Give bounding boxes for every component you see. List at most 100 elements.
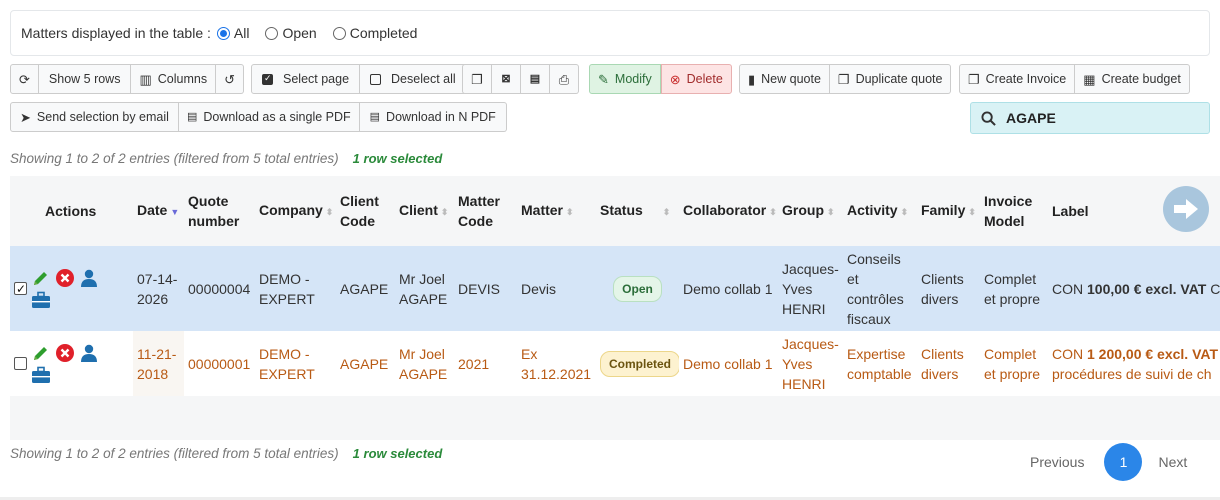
table-row[interactable]: 11-21-2018 00000001 DEMO - EXPERT AGAPE … (10, 331, 1220, 396)
cell-group: Jacques-Yves HENRI (782, 335, 839, 392)
view-button-group: ⟳ Show 5 rows ▥ Columns ↺ (10, 64, 244, 94)
sort-icon: ⬍ (769, 207, 777, 217)
download-single-pdf-button[interactable]: ▤ Download as a single PDF (178, 102, 360, 132)
deselect-all-button[interactable]: Deselect all (360, 64, 467, 94)
invoice-button-group: ❐ Create Invoice ▦ Create budget (959, 64, 1190, 94)
pdf-button[interactable]: ▤ (521, 64, 550, 94)
refresh-icon: ⟳ (19, 71, 30, 87)
cell-date: 07-14-2026 (137, 270, 178, 307)
cell-label: CON 1 200,00 € excl. VAT procédures de su… (1052, 345, 1219, 382)
cell-label: CON 100,00 € excl. VAT C (1052, 280, 1220, 297)
pdf-file-icon: ▤ (369, 110, 381, 123)
delete-circle-icon[interactable] (55, 268, 75, 288)
sort-icon: ⬍ (827, 207, 835, 217)
cell-matter: Devis (521, 280, 557, 297)
col-company[interactable]: Company ⬍ (255, 176, 336, 246)
filter-open-radio[interactable]: Open (265, 25, 317, 41)
export-button-group: ❐ ⊠ ▤ ⎙ (462, 64, 579, 94)
print-button[interactable]: ⎙ (550, 64, 579, 94)
create-budget-button[interactable]: ▦ Create budget (1075, 64, 1190, 94)
excel-button[interactable]: ⊠ (492, 64, 521, 94)
select-page-button[interactable]: Select page (251, 64, 361, 94)
cell-date: 11-21-2018 (133, 331, 184, 396)
next-page-link[interactable]: Next (1158, 454, 1187, 470)
cell-company: DEMO - EXPERT (259, 270, 315, 307)
cell-company: DEMO - EXPERT (259, 345, 315, 382)
search-value[interactable]: AGAPE (1006, 110, 1056, 126)
briefcase-icon[interactable] (31, 290, 51, 310)
cell-invoice-model: Complet et propre (984, 270, 1041, 307)
sort-icon: ⬍ (968, 207, 976, 217)
row-checkbox[interactable] (14, 279, 27, 299)
radio-dot[interactable] (216, 26, 230, 40)
selected-count: 1 row selected (352, 446, 443, 461)
create-invoice-button[interactable]: ❐ Create Invoice (959, 64, 1076, 94)
selected-count: 1 row selected (352, 151, 443, 166)
radio-dot[interactable] (332, 26, 346, 40)
user-icon[interactable] (79, 343, 99, 363)
col-activity[interactable]: Activity ⬍ (843, 176, 917, 246)
col-actions: Actions (45, 203, 97, 219)
cell-activity: Conseils et contrôles fiscaux (847, 250, 904, 327)
col-family[interactable]: Family ⬍ (917, 176, 980, 246)
col-collaborator[interactable]: Collaborator ⬍ (679, 176, 778, 246)
radio-dot[interactable] (265, 26, 279, 40)
print-icon: ⎙ (558, 71, 570, 87)
show-rows-button[interactable]: Show 5 rows (38, 64, 132, 94)
table-info-bottom: Showing 1 to 2 of 2 entries (filtered fr… (10, 446, 443, 461)
filter-completed-radio[interactable]: Completed (332, 25, 417, 41)
col-status[interactable]: Status ⬍ (596, 176, 679, 246)
status-badge: Completed (600, 350, 679, 377)
copy-button[interactable]: ❐ (462, 64, 492, 94)
row-actions (10, 331, 133, 396)
delete-circle-icon[interactable] (55, 343, 75, 363)
new-quote-button[interactable]: ▮ New quote (739, 64, 830, 94)
copy-file-icon: ❐ (837, 71, 850, 87)
col-invoice-model[interactable]: Invoice Model (980, 176, 1048, 246)
table-row[interactable]: 07-14-2026 00000004 DEMO - EXPERT AGAPE … (10, 246, 1220, 331)
cell-status: Open (596, 246, 679, 331)
edit-pencil-icon[interactable] (31, 268, 51, 288)
cell-invoice-model: Complet et propre (984, 345, 1041, 382)
cell-quote-number: 00000001 (188, 355, 251, 372)
col-date[interactable]: Date ▼ (133, 176, 184, 246)
cell-collaborator: Demo collab 1 (683, 280, 773, 297)
selection-button-group: Select page Deselect all (251, 64, 467, 94)
table-info-top: Showing 1 to 2 of 2 entries (filtered fr… (10, 151, 443, 166)
file-icon: ▮ (748, 71, 756, 87)
undo-icon: ↺ (224, 71, 235, 87)
pencil-icon: ✎ (598, 71, 609, 87)
sort-icon: ⬍ (566, 207, 574, 217)
refresh-button[interactable]: ⟳ (10, 64, 39, 94)
previous-page-link[interactable]: Previous (1030, 454, 1084, 470)
search-input[interactable]: AGAPE (970, 102, 1210, 134)
pdf-file-icon: ▤ (186, 110, 198, 123)
download-n-pdf-button[interactable]: ▤ Download in N PDF (359, 102, 507, 132)
col-client-code[interactable]: Client Code (336, 176, 395, 246)
edit-pencil-icon[interactable] (31, 343, 51, 363)
columns-button[interactable]: ▥ Columns (131, 64, 217, 94)
cell-client: Mr Joel AGAPE (399, 345, 448, 382)
duplicate-quote-button[interactable]: ❐ Duplicate quote (829, 64, 952, 94)
filter-all-radio[interactable]: All (216, 25, 249, 41)
col-quote-number[interactable]: Quote number (184, 176, 255, 246)
modify-button[interactable]: ✎ Modify (589, 64, 661, 94)
columns-icon: ▥ (139, 71, 152, 87)
col-group[interactable]: Group ⬍ (778, 176, 843, 246)
scroll-columns-right-button[interactable] (1163, 186, 1209, 232)
invoice-icon: ❐ (968, 71, 980, 87)
pdf-file-icon: ▤ (529, 72, 541, 85)
excel-file-icon: ⊠ (501, 72, 511, 85)
col-client[interactable]: Client ⬍ (395, 176, 454, 246)
briefcase-icon[interactable] (31, 365, 51, 385)
cell-quote-number: 00000004 (188, 280, 251, 297)
reset-button[interactable]: ↺ (216, 64, 244, 94)
user-icon[interactable] (79, 268, 99, 288)
cell-matter-code: 2021 (458, 355, 490, 372)
page-1-button[interactable]: 1 (1104, 443, 1143, 481)
col-matter-code[interactable]: Matter Code (454, 176, 517, 246)
row-checkbox[interactable] (14, 357, 27, 370)
delete-button[interactable]: ⊗ Delete (660, 64, 732, 94)
send-email-button[interactable]: ➤ Send selection by email (10, 102, 179, 132)
col-matter[interactable]: Matter ⬍ (517, 176, 596, 246)
